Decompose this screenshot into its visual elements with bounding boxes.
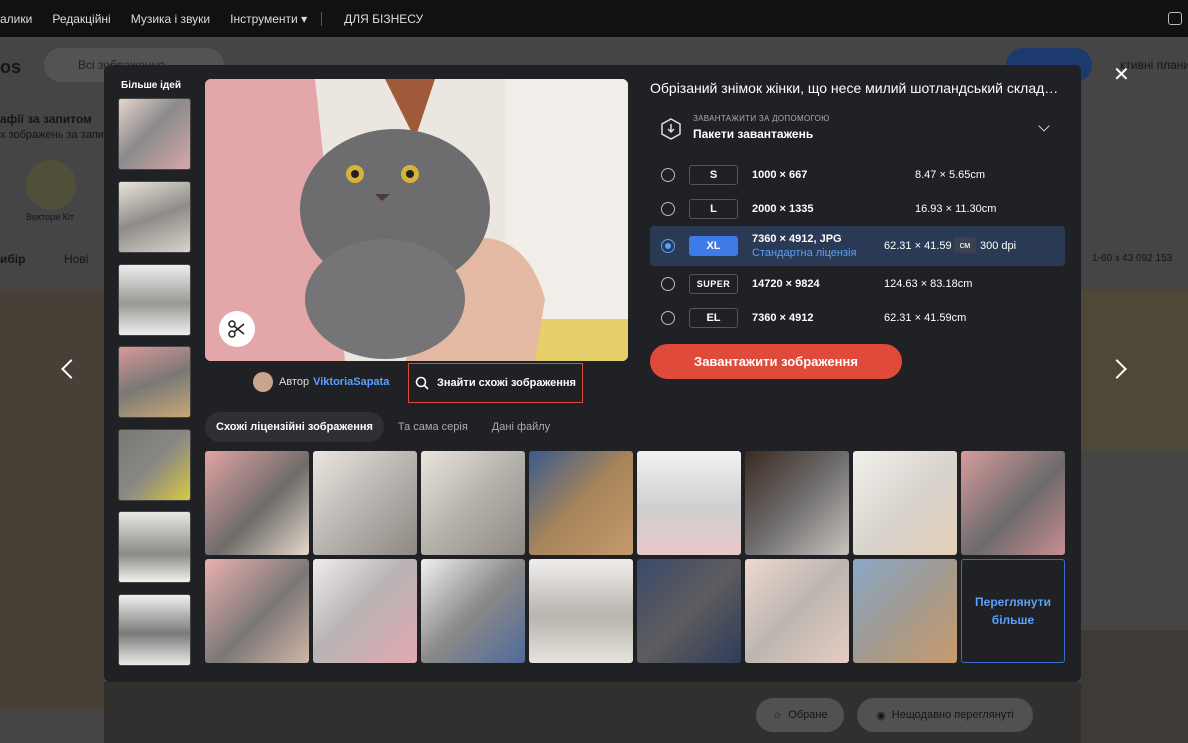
find-similar-label: Знайти схожі зображення <box>437 377 576 389</box>
similar-image-13[interactable] <box>637 559 741 663</box>
tab-similar[interactable]: Схожі ліцензійні зображення <box>205 412 384 442</box>
top-navigation: алики Редакційні Музика і звуки Інструме… <box>0 0 1188 37</box>
similar-image-2[interactable] <box>313 451 417 555</box>
idea-thumb-5[interactable] <box>118 429 191 501</box>
idea-thumb-4[interactable] <box>118 346 191 418</box>
size-code-xl: XL <box>689 236 738 256</box>
download-package-icon <box>661 118 681 140</box>
download-method-label: ЗАВАНТАЖИТИ ЗА ДОПОМОГОЮ <box>693 114 830 123</box>
similar-image-5[interactable] <box>637 451 741 555</box>
main-image-graphic <box>205 79 628 361</box>
similar-image-14[interactable] <box>745 559 849 663</box>
size-cm-s: 8.47 × 5.65cm <box>915 169 986 181</box>
similar-image-15[interactable] <box>853 559 957 663</box>
size-cm-xl: 62.31 × 41.59 <box>884 240 952 252</box>
idea-thumb-7[interactable] <box>118 594 191 666</box>
similar-image-4[interactable] <box>529 451 633 555</box>
main-image[interactable] <box>205 79 628 361</box>
nav-item-music[interactable]: Музика і звуки <box>131 12 210 26</box>
crop-button[interactable] <box>219 311 255 347</box>
author-link[interactable]: ViktoriaSapata <box>313 376 389 388</box>
radio-xl[interactable] <box>661 239 675 253</box>
size-dpi-xl: 300 dpi <box>980 240 1017 252</box>
size-option-xl[interactable]: XL 7360 × 4912, JPG Стандартна ліцензія … <box>650 226 1065 266</box>
size-option-l[interactable]: L 2000 × 1335 16.93 × 11.30cm <box>650 189 1065 229</box>
size-code-el: EL <box>689 308 738 328</box>
radio-super[interactable] <box>661 277 675 291</box>
tab-same-series[interactable]: Та сама серія <box>388 421 478 433</box>
download-method-value: Пакети завантажень <box>693 127 814 141</box>
size-code-l: L <box>689 199 738 219</box>
author-avatar[interactable] <box>253 372 273 392</box>
close-icon[interactable]: ✕ <box>1113 62 1130 87</box>
size-cm-el: 62.31 × 41.59cm <box>884 312 967 324</box>
radio-s[interactable] <box>661 168 675 182</box>
size-pixels-super: 14720 × 9824 <box>752 278 820 290</box>
author-prefix: Автор <box>279 376 310 388</box>
view-more-button[interactable]: Переглянути більше <box>961 559 1065 663</box>
chat-icon[interactable] <box>1168 12 1182 25</box>
related-tabs: Схожі ліцензійні зображення Та сама сері… <box>205 412 560 442</box>
nav-item-tools[interactable]: Інструменти ▾ <box>230 12 307 26</box>
similar-image-7[interactable] <box>853 451 957 555</box>
radio-l[interactable] <box>661 202 675 216</box>
idea-thumb-3[interactable] <box>118 264 191 336</box>
size-cm-super: 124.63 × 83.18cm <box>884 278 973 290</box>
size-pixels-el: 7360 × 4912 <box>752 312 814 324</box>
similar-image-9[interactable] <box>205 559 309 663</box>
size-pixels-l: 2000 × 1335 <box>752 203 814 215</box>
nav-item-business[interactable]: ДЛЯ БІЗНЕСУ <box>344 12 423 26</box>
idea-thumb-6[interactable] <box>118 511 191 583</box>
more-ideas-title: Більше ідей <box>121 80 181 91</box>
scissors-icon <box>228 320 245 338</box>
unit-toggle[interactable]: см <box>954 237 976 253</box>
similar-image-3[interactable] <box>421 451 525 555</box>
license-link[interactable]: Стандартна ліцензія <box>752 247 856 259</box>
idea-thumb-2[interactable] <box>118 181 191 253</box>
size-cm-l: 16.93 × 11.30cm <box>915 203 997 215</box>
find-similar-button[interactable]: Знайти схожі зображення <box>408 363 583 403</box>
search-icon <box>415 376 429 390</box>
download-image-button[interactable]: Завантажити зображення <box>650 344 902 379</box>
similar-image-10[interactable] <box>313 559 417 663</box>
image-title: Обрізаний знімок жінки, що несе милий шо… <box>650 80 1062 96</box>
size-pixels-s: 1000 × 667 <box>752 169 808 181</box>
size-pixels-xl: 7360 × 4912, JPG <box>752 233 842 245</box>
size-code-s: S <box>689 165 738 185</box>
nav-item-0[interactable]: алики <box>0 12 32 26</box>
similar-image-1[interactable] <box>205 451 309 555</box>
download-method-select[interactable]: ЗАВАНТАЖИТИ ЗА ДОПОМОГОЮ Пакети завантаж… <box>658 114 1058 144</box>
similar-image-6[interactable] <box>745 451 849 555</box>
similar-image-11[interactable] <box>421 559 525 663</box>
size-code-super: SUPER <box>689 274 738 294</box>
chevron-down-icon <box>1038 120 1050 132</box>
nav-item-editorial[interactable]: Редакційні <box>52 12 110 26</box>
author-info: Автор ViktoriaSapata <box>253 372 389 392</box>
similar-image-12[interactable] <box>529 559 633 663</box>
idea-thumb-1[interactable] <box>118 98 191 170</box>
tab-file-data[interactable]: Дані файлу <box>482 421 560 433</box>
radio-el[interactable] <box>661 311 675 325</box>
similar-image-8[interactable] <box>961 451 1065 555</box>
size-option-el[interactable]: EL 7360 × 4912 62.31 × 41.59cm <box>650 298 1065 338</box>
nav-divider <box>321 11 323 26</box>
